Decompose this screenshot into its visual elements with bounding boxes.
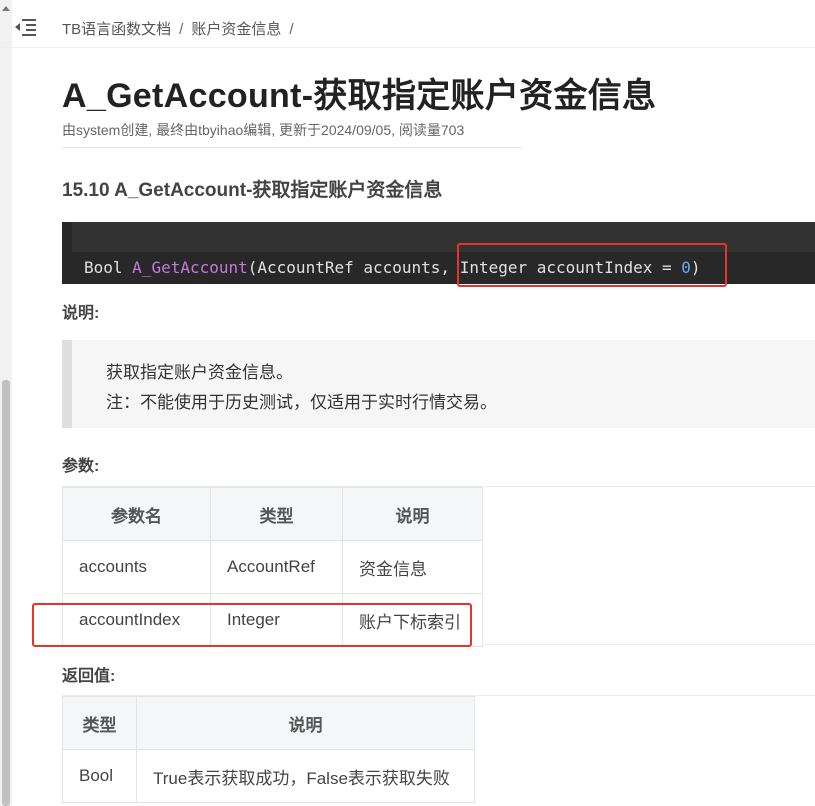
code-function-name: A_GetAccount xyxy=(132,258,248,277)
description-line-2: 注：不能使用于历史测试，仅适用于实时行情交易。 xyxy=(106,393,497,412)
meta-divider xyxy=(62,147,522,148)
description-note: 获取指定账户资金信息。 注：不能使用于历史测试，仅适用于实时行情交易。 xyxy=(62,340,815,428)
scroll-up-arrow-icon[interactable] xyxy=(2,6,10,11)
table-row: accountIndex Integer 账户下标索引 xyxy=(62,593,483,647)
table-header-row: 类型 说明 xyxy=(62,696,475,750)
description-label: 说明: xyxy=(62,305,100,322)
params-cell-type: AccountRef xyxy=(210,540,343,594)
code-default-value: 0 xyxy=(681,258,691,277)
params-header-name: 参数名 xyxy=(62,487,211,541)
code-return-type: Bool xyxy=(84,258,133,277)
params-cell-desc: 资金信息 xyxy=(342,540,483,594)
scrollbar-thumb[interactable] xyxy=(2,380,10,806)
code-close-paren: ) xyxy=(690,258,701,277)
returns-cell-type: Bool xyxy=(62,749,137,803)
returns-header-type: 类型 xyxy=(62,696,137,750)
params-cell-name: accountIndex xyxy=(62,593,211,647)
returns-cell-desc: True表示获取成功，False表示获取失败 xyxy=(136,749,475,803)
returns-label: 返回值: xyxy=(62,668,116,685)
params-header-type: 类型 xyxy=(210,487,343,541)
section-title: 15.10 A_GetAccount-获取指定账户资金信息 xyxy=(62,180,443,201)
breadcrumb-root[interactable]: TB语言函数文档 xyxy=(62,21,171,38)
table-row: accounts AccountRef 资金信息 xyxy=(62,540,483,594)
breadcrumb: TB语言函数文档 / 账户资金信息 / xyxy=(62,18,302,39)
note-bar xyxy=(62,340,72,428)
header-divider xyxy=(0,47,815,48)
params-table-wrap: 参数名 类型 说明 accounts AccountRef 资金信息 accou… xyxy=(62,486,483,647)
table-header-row: 参数名 类型 说明 xyxy=(62,487,483,541)
params-header-desc: 说明 xyxy=(342,487,483,541)
returns-top-rule xyxy=(476,695,815,696)
code-block: Bool A_GetAccount(AccountRef accounts, I… xyxy=(62,222,815,284)
returns-table: 类型 说明 Bool True表示获取成功，False表示获取失败 xyxy=(62,696,475,803)
returns-table-wrap: 类型 说明 Bool True表示获取成功，False表示获取失败 xyxy=(62,695,475,803)
params-top-rule xyxy=(482,486,815,487)
page-meta: 由system创建, 最终由tbyihao编辑, 更新于2024/09/05, … xyxy=(62,122,465,138)
breadcrumb-separator: / xyxy=(289,21,294,38)
code-block-toolbar xyxy=(72,222,815,252)
params-cell-type: Integer xyxy=(210,593,343,647)
description-line-1: 获取指定账户资金信息。 xyxy=(106,363,293,382)
table-row: Bool True表示获取成功，False表示获取失败 xyxy=(62,749,475,803)
params-cell-desc: 账户下标索引 xyxy=(342,593,483,647)
code-args-part2: Integer accountIndex = xyxy=(459,258,682,277)
breadcrumb-current[interactable]: 账户资金信息 xyxy=(191,21,281,38)
scrollbar[interactable] xyxy=(0,0,12,806)
code-args-part1: (AccountRef accounts, xyxy=(247,258,460,277)
params-cell-name: accounts xyxy=(62,540,211,594)
returns-header-desc: 说明 xyxy=(136,696,475,750)
outdent-list-icon[interactable] xyxy=(14,16,38,38)
params-label: 参数: xyxy=(62,458,100,475)
breadcrumb-separator: / xyxy=(179,21,184,38)
page-title: A_GetAccount-获取指定账户资金信息 xyxy=(62,77,657,115)
params-table: 参数名 类型 说明 accounts AccountRef 资金信息 accou… xyxy=(62,487,483,647)
code-signature: Bool A_GetAccount(AccountRef accounts, I… xyxy=(84,258,701,277)
params-bottom-rule xyxy=(482,644,815,645)
